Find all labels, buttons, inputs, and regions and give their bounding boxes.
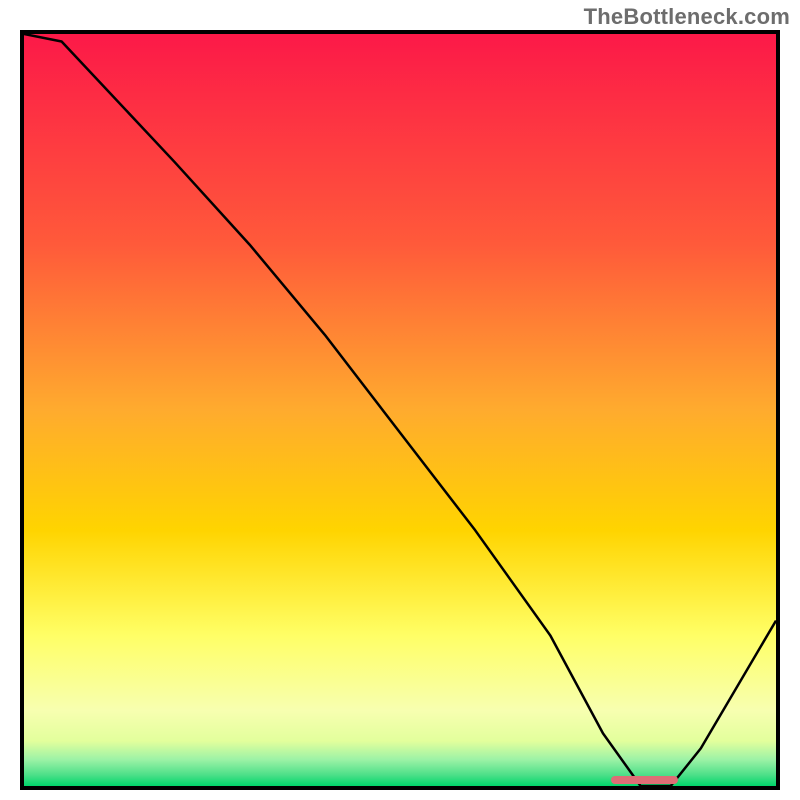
- plot-area: [24, 34, 776, 786]
- plot-frame: [20, 30, 780, 790]
- watermark-text: TheBottleneck.com: [584, 4, 790, 30]
- gradient-background: [24, 34, 776, 786]
- chart-container: TheBottleneck.com: [0, 0, 800, 800]
- optimal-range-marker: [611, 776, 679, 784]
